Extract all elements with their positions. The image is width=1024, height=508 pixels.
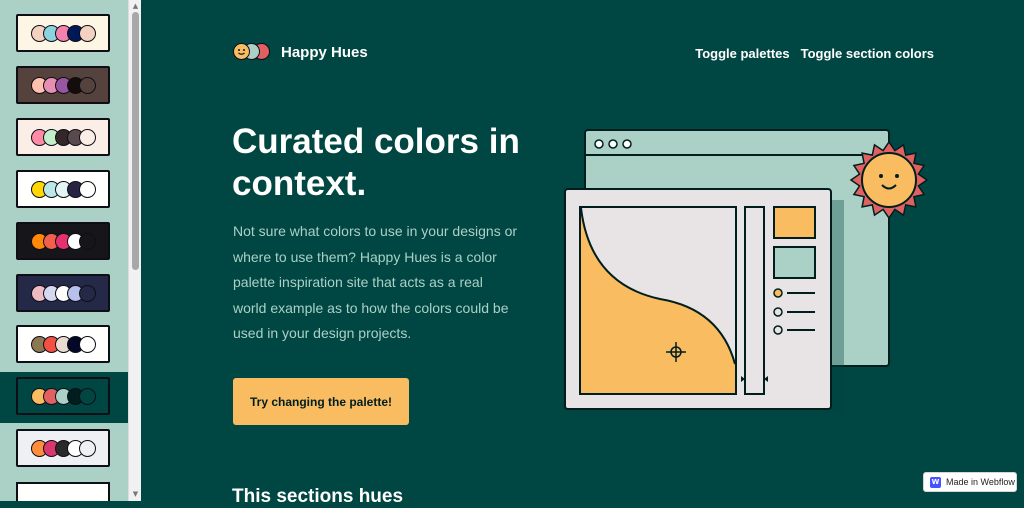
palette-swatch[interactable]: [16, 66, 110, 104]
color-dot: [78, 387, 96, 405]
brand-logo[interactable]: Happy Hues: [233, 42, 368, 62]
color-dot: [78, 76, 96, 94]
palette-circles: [30, 335, 96, 353]
hero-title: Curated colors in context.: [232, 122, 520, 203]
scrollbar-thumb[interactable]: [132, 12, 139, 270]
palette-circles: [30, 387, 96, 405]
top-nav: Toggle palettes Toggle section colors: [695, 46, 934, 61]
palette-circles: [30, 76, 96, 94]
hero-description: Not sure what colors to use in your desi…: [233, 223, 518, 341]
color-dot: [78, 439, 96, 457]
palette-swatch[interactable]: [16, 222, 110, 260]
palette-circles: [30, 439, 96, 457]
brand-name: Happy Hues: [281, 43, 368, 61]
scroll-down-arrow-icon[interactable]: ▼: [131, 490, 140, 499]
palette-circles: [30, 24, 96, 42]
color-dot: [78, 180, 96, 198]
palette-swatch-partial[interactable]: [16, 482, 110, 501]
palette-circles: [30, 128, 96, 146]
webflow-badge-label: Made in Webflow: [946, 477, 1015, 487]
palette-sidebar: [0, 0, 128, 501]
color-dot: [78, 232, 96, 250]
color-dot: [78, 284, 96, 302]
toggle-palettes-link[interactable]: Toggle palettes: [695, 46, 789, 61]
color-dot: [78, 335, 96, 353]
palette-circles: [30, 232, 96, 250]
palette-circles: [30, 284, 96, 302]
section-heading: This sections hues: [232, 486, 404, 507]
webflow-logo-icon: W: [930, 476, 941, 488]
palette-swatch[interactable]: [16, 170, 110, 208]
front-window-icon: [564, 188, 832, 410]
color-dot: [78, 24, 96, 42]
toggle-section-colors-link[interactable]: Toggle section colors: [801, 46, 934, 61]
palette-swatch[interactable]: [16, 14, 110, 52]
palette-swatch[interactable]: [16, 377, 110, 415]
palette-swatch[interactable]: [16, 429, 110, 467]
palette-swatch[interactable]: [16, 118, 110, 156]
try-changing-palette-button[interactable]: Try changing the palette!: [233, 378, 409, 425]
sun-icon: [849, 140, 929, 220]
made-in-webflow-badge[interactable]: W Made in Webflow: [923, 472, 1017, 492]
sidebar-scrollbar[interactable]: ▲ ▼: [128, 0, 141, 501]
logo-dots-icon: [233, 42, 271, 62]
palette-swatch[interactable]: [16, 325, 110, 363]
browser-illustration: [564, 129, 929, 414]
color-dot: [78, 128, 96, 146]
palette-circles: [30, 180, 96, 198]
scroll-up-arrow-icon[interactable]: ▲: [131, 2, 140, 11]
palette-swatch[interactable]: [16, 274, 110, 312]
